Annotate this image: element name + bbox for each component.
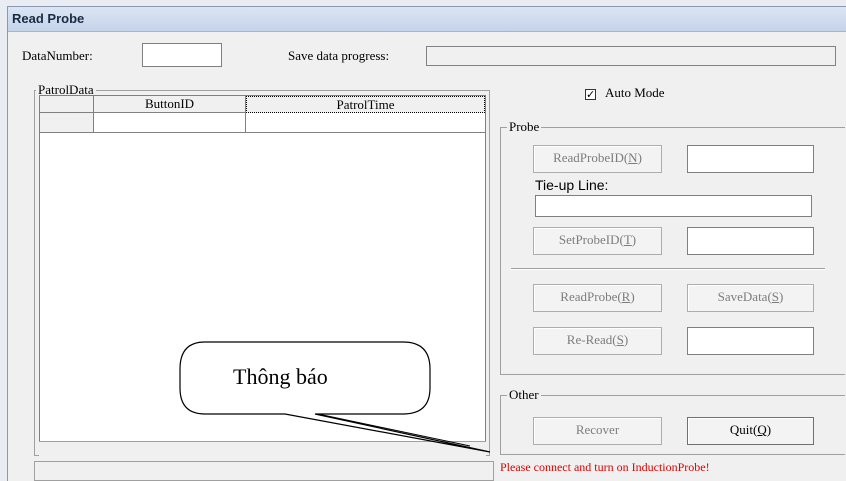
callout-shape	[179, 341, 491, 453]
callout-tail-line	[317, 413, 471, 447]
callout-bubble	[179, 341, 491, 453]
callout-text: Thông báo	[233, 364, 328, 389]
